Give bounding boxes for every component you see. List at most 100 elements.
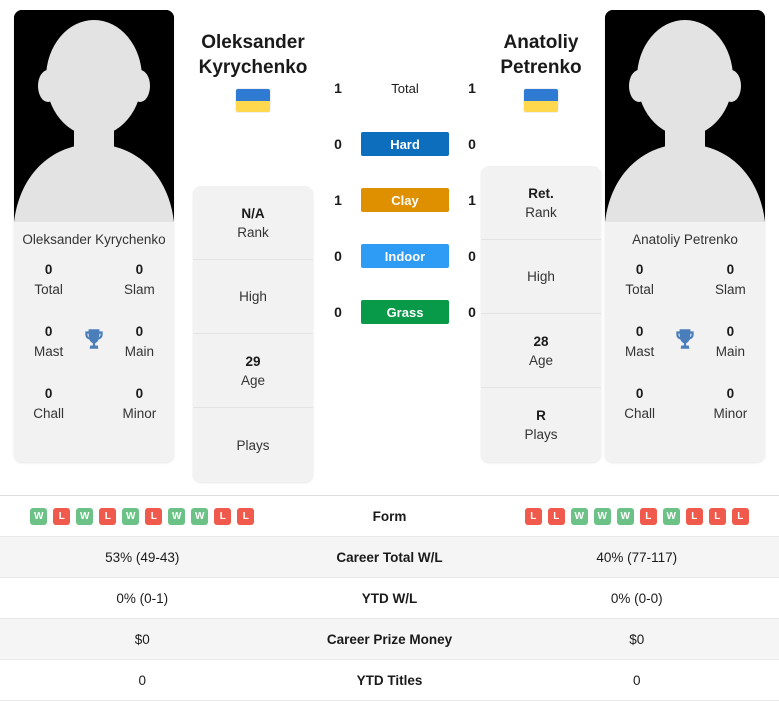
form-badge-win[interactable]: W xyxy=(76,507,94,525)
stat-value: 0 xyxy=(726,386,735,401)
titles-row: 0 Mast 0 Main xyxy=(14,322,174,384)
titles-row: 0 Total 0 Slam xyxy=(14,260,174,322)
stat-value: 0 xyxy=(726,262,735,277)
avatar xyxy=(14,10,174,222)
row-label: YTD Titles xyxy=(356,672,423,688)
form-badge-loss[interactable]: L xyxy=(708,507,726,525)
h2h-row-total: 1 Total 1 xyxy=(330,60,480,116)
form-badge-win[interactable]: W xyxy=(168,507,186,525)
row-value-right: 0 xyxy=(632,672,641,688)
titles-row: 0 Mast 0 Main xyxy=(605,322,765,384)
info-card-right: Ret. Rank High 28 Age R Plays xyxy=(481,166,601,462)
h2h-right-count: 0 xyxy=(468,136,476,152)
player-first-name: Anatoliy xyxy=(503,32,579,53)
h2h-left-count: 0 xyxy=(334,248,342,264)
info-row-age: 29 Age xyxy=(193,334,313,408)
form-badge-loss[interactable]: L xyxy=(237,507,255,525)
table-row-ytd-titles: 0 YTD Titles 0 xyxy=(0,660,779,701)
form-badge-win[interactable]: W xyxy=(570,507,588,525)
table-row-ytd-wl: 0% (0-1) YTD W/L 0% (0-0) xyxy=(0,578,779,619)
h2h-left-count: 0 xyxy=(334,304,342,320)
form-badge-loss[interactable]: L xyxy=(53,507,71,525)
info-row-age: 28 Age xyxy=(481,314,601,388)
form-badge-win[interactable]: W xyxy=(30,507,48,525)
stat-cell: 0 Minor xyxy=(109,384,170,423)
info-value: 29 xyxy=(245,353,261,369)
stat-cell: 0 Minor xyxy=(700,384,761,423)
h2h-surface-bar-hard[interactable]: Hard xyxy=(361,132,449,156)
info-label: Age xyxy=(528,352,554,368)
stat-label: Mast xyxy=(624,344,655,359)
row-value-left: 0 xyxy=(138,672,146,688)
stat-value: 0 xyxy=(135,324,144,339)
player-name-right: Anatoliy Petrenko xyxy=(632,232,738,247)
form-badge-loss[interactable]: L xyxy=(639,507,657,525)
player-name-left: Oleksander Kyrychenko xyxy=(22,232,166,247)
form-badge-loss[interactable]: L xyxy=(145,507,163,525)
stat-cell: 0 Main xyxy=(700,322,761,361)
info-label: High xyxy=(239,289,267,304)
form-badge-loss[interactable]: L xyxy=(214,507,232,525)
form-badge-loss[interactable]: L xyxy=(99,507,117,525)
h2h-surface-bar-clay[interactable]: Clay xyxy=(361,188,449,212)
info-label: Age xyxy=(240,372,266,388)
player-header-left: Oleksander Kyrychenko xyxy=(178,30,328,112)
player-comparison-header: Oleksander Kyrychenko 0 Total 0 Slam 0 M… xyxy=(0,0,779,495)
form-right: LLWWWLWLLL xyxy=(495,507,779,525)
h2h-left-count: 1 xyxy=(334,192,342,208)
row-value-left: $0 xyxy=(134,631,150,647)
avatar xyxy=(605,10,765,222)
info-label: Rank xyxy=(237,224,269,240)
row-value-right: 0% (0-0) xyxy=(610,590,663,606)
player-card-left[interactable]: Oleksander Kyrychenko 0 Total 0 Slam 0 M… xyxy=(14,10,174,462)
stat-label: Main xyxy=(715,344,746,359)
avatar-silhouette-icon xyxy=(14,10,174,222)
stat-value: 0 xyxy=(44,324,53,339)
form-badge-win[interactable]: W xyxy=(616,507,634,525)
stat-cell: 0 Total xyxy=(18,260,79,299)
h2h-left-count: 1 xyxy=(334,80,342,96)
form-badge-win[interactable]: W xyxy=(191,507,209,525)
table-row-career-prize-money: $0 Career Prize Money $0 xyxy=(0,619,779,660)
stat-value: 0 xyxy=(635,262,644,277)
stat-cell: 0 Total xyxy=(609,260,670,299)
stat-value: 0 xyxy=(726,324,735,339)
table-row-career-total-wl: 53% (49-43) Career Total W/L 40% (77-117… xyxy=(0,537,779,578)
stat-cell: 0 Chall xyxy=(609,384,670,423)
ukraine-flag-icon xyxy=(524,89,558,112)
h2h-surface-bar-indoor[interactable]: Indoor xyxy=(361,244,449,268)
form-badge-loss[interactable]: L xyxy=(524,507,542,525)
info-row-plays: Plays xyxy=(193,408,313,482)
row-label: Career Prize Money xyxy=(326,631,453,647)
form-badge-win[interactable]: W xyxy=(122,507,140,525)
form-badge-loss[interactable]: L xyxy=(685,507,703,525)
info-row-rank: N/A Rank xyxy=(193,186,313,260)
form-badge-loss[interactable]: L xyxy=(731,507,749,525)
stat-label: Minor xyxy=(713,406,748,421)
h2h-right-count: 0 xyxy=(468,304,476,320)
comparison-table: WLWLWLWWLL Form LLWWWLWLLL 53% (49-43) C… xyxy=(0,495,779,701)
h2h-row-clay: 1 Clay 1 xyxy=(330,172,480,228)
stat-value: 0 xyxy=(635,324,644,339)
info-value: R xyxy=(536,408,546,423)
h2h-surface-label: Total xyxy=(391,80,419,96)
info-value: Ret. xyxy=(528,185,554,201)
h2h-surface-bar-grass[interactable]: Grass xyxy=(361,300,449,324)
stat-cell: 0 Mast xyxy=(18,322,79,361)
stat-cell: 0 Slam xyxy=(109,260,170,299)
stat-label: Chall xyxy=(624,406,655,421)
stat-label: Minor xyxy=(122,406,157,421)
stat-label: Slam xyxy=(124,282,155,297)
stat-label: Slam xyxy=(715,282,746,297)
player-card-right[interactable]: Anatoliy Petrenko 0 Total 0 Slam 0 Mast xyxy=(605,10,765,462)
table-row-form: WLWLWLWWLL Form LLWWWLWLLL xyxy=(0,496,779,537)
form-badge-win[interactable]: W xyxy=(662,507,680,525)
stat-cell: 0 Main xyxy=(109,322,170,361)
form-badge-loss[interactable]: L xyxy=(547,507,565,525)
titles-row: 0 Total 0 Slam xyxy=(605,260,765,322)
stat-value: 0 xyxy=(44,262,53,277)
form-badge-win[interactable]: W xyxy=(593,507,611,525)
form-left: WLWLWLWWLL xyxy=(0,507,285,525)
stat-value: 0 xyxy=(44,386,53,401)
info-label: Rank xyxy=(525,204,557,220)
